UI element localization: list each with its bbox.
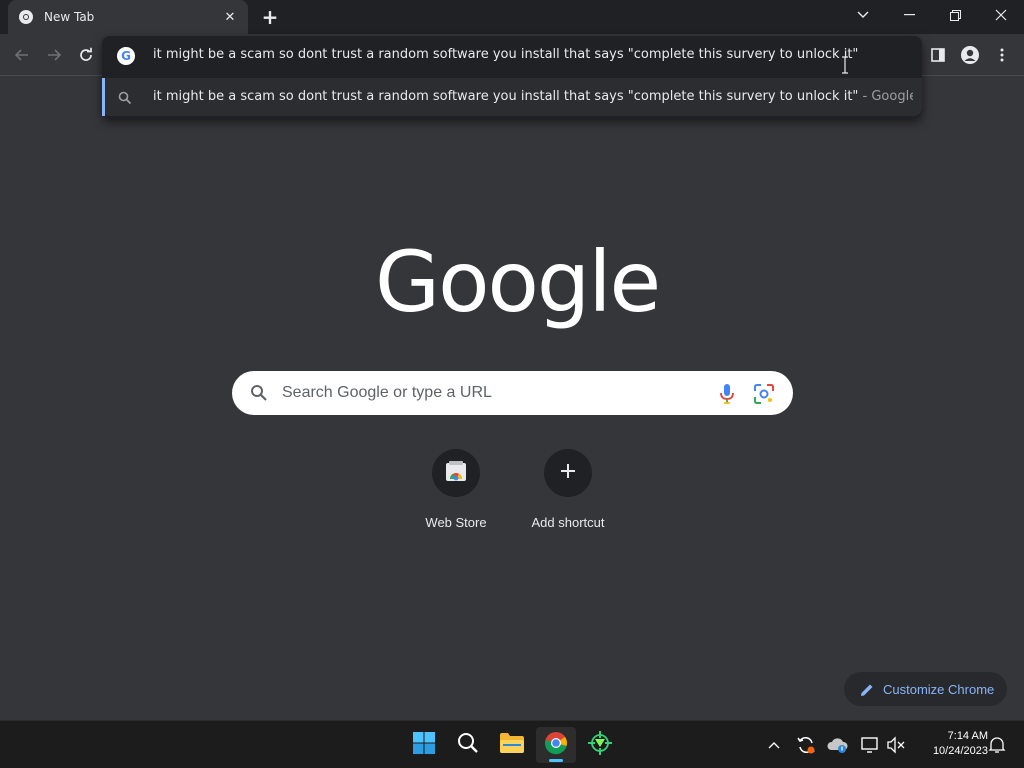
chrome-menu-icon[interactable]	[990, 43, 1014, 67]
text-cursor-icon	[840, 56, 850, 74]
side-panel-icon[interactable]	[926, 43, 950, 67]
taskbar: 7:14 AM 10/24/2023	[0, 720, 1024, 768]
volume-muted-icon[interactable]	[885, 733, 907, 757]
minimize-button[interactable]	[886, 0, 932, 30]
suggestion-highlight-bar	[102, 78, 105, 116]
forward-button[interactable]	[41, 42, 67, 68]
search-input[interactable]	[282, 381, 702, 405]
back-button[interactable]	[9, 42, 35, 68]
restore-button[interactable]	[932, 0, 978, 30]
web-store-icon	[444, 459, 468, 487]
clock-time: 7:14 AM	[947, 730, 988, 742]
plus-icon	[560, 463, 576, 483]
tab-title: New Tab	[44, 10, 95, 24]
show-hidden-icons-chevron-icon[interactable]	[763, 733, 785, 757]
network-icon[interactable]	[859, 733, 881, 757]
shortcut-label: Web Store	[425, 515, 487, 530]
add-shortcut-tile	[544, 449, 592, 497]
web-store-tile	[432, 449, 480, 497]
clock-date: 10/24/2023	[932, 745, 988, 757]
onedrive-cloud-icon[interactable]	[827, 733, 849, 757]
suggestion-suffix: - Google Sea...	[862, 89, 913, 104]
active-app-indicator	[549, 759, 563, 762]
title-bar: New Tab ✕ +	[0, 0, 1024, 34]
taskbar-search-button[interactable]	[448, 727, 488, 763]
reload-button[interactable]	[73, 42, 99, 68]
notification-icon[interactable]	[986, 733, 1008, 757]
google-logo: Google	[375, 233, 661, 331]
search-icon	[118, 90, 132, 105]
chrome-favicon-icon	[18, 9, 34, 25]
customize-label: Customize Chrome	[883, 681, 995, 697]
sync-icon[interactable]	[795, 733, 817, 757]
tab-close-icon[interactable]: ✕	[222, 9, 238, 25]
tab-search-icon[interactable]	[840, 0, 886, 30]
chrome-icon	[544, 731, 568, 759]
customize-chrome-button[interactable]: Customize Chrome	[844, 672, 1007, 706]
search-icon	[250, 384, 268, 402]
omnibox-suggestion[interactable]: it might be a scam so dont trust a rando…	[102, 78, 922, 116]
shortcut-add[interactable]: Add shortcut	[512, 447, 624, 537]
chrome-taskbar-button[interactable]	[536, 727, 576, 763]
google-lens-icon[interactable]	[753, 383, 775, 405]
address-bar[interactable]: G it might be a scam so dont trust a ran…	[102, 36, 922, 76]
omnibox-dropdown: G it might be a scam so dont trust a ran…	[102, 36, 922, 118]
profile-avatar-icon[interactable]	[958, 43, 982, 67]
search-box[interactable]	[232, 371, 793, 415]
pencil-icon	[860, 682, 874, 696]
tab-new-tab[interactable]: New Tab ✕	[8, 0, 248, 34]
crosshair-app-icon	[587, 730, 613, 760]
address-bar-text[interactable]: it might be a scam so dont trust a rando…	[153, 47, 858, 62]
folder-icon	[499, 732, 525, 758]
shortcut-web-store[interactable]: Web Store	[400, 447, 512, 537]
file-explorer-button[interactable]	[492, 727, 532, 763]
app-taskbar-button[interactable]	[580, 727, 620, 763]
voice-search-icon[interactable]	[717, 383, 737, 405]
start-button[interactable]	[404, 727, 444, 763]
close-window-button[interactable]	[978, 0, 1024, 30]
search-icon	[457, 732, 479, 758]
new-tab-button[interactable]: +	[258, 5, 282, 29]
google-g-icon: G	[117, 47, 135, 65]
windows-logo-icon	[412, 731, 436, 759]
shortcut-label: Add shortcut	[531, 515, 605, 530]
suggestion-text: it might be a scam so dont trust a rando…	[153, 89, 859, 104]
taskbar-clock[interactable]: 7:14 AM 10/24/2023	[912, 729, 988, 759]
